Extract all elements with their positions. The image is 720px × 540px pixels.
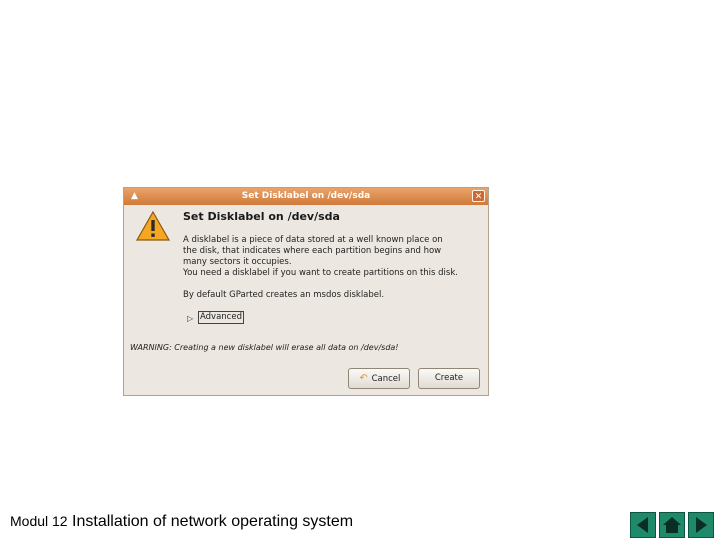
warning-icon xyxy=(135,210,171,241)
default-disklabel-text: By default GParted creates an msdos disk… xyxy=(183,290,385,300)
expander-arrow-icon[interactable]: ▷ xyxy=(187,314,193,323)
description-line: A disklabel is a piece of data stored at… xyxy=(183,235,443,245)
advanced-expander[interactable]: Advanced xyxy=(198,311,244,324)
close-icon: ✕ xyxy=(474,192,483,202)
close-button[interactable]: ✕ xyxy=(472,190,485,202)
arrow-right-icon xyxy=(696,517,707,533)
home-slide-button[interactable] xyxy=(659,512,685,538)
description-line: You need a disklabel if you want to crea… xyxy=(183,268,458,278)
create-label: Create xyxy=(434,373,464,383)
description-line: the disk, that indicates where each part… xyxy=(183,246,442,256)
slide-footer: Modul 12 Installation of network operati… xyxy=(10,513,353,531)
home-icon xyxy=(663,517,681,533)
dialog-titlebar[interactable]: ▲ Set Disklabel on /dev/sda ✕ xyxy=(124,188,488,205)
arrow-left-icon xyxy=(637,517,648,533)
dialog-heading: Set Disklabel on /dev/sda xyxy=(183,210,340,223)
slide-title: Installation of network operating system xyxy=(72,513,354,530)
dialog-title: Set Disklabel on /dev/sda xyxy=(241,191,371,201)
description-line: many sectors it occupies. xyxy=(183,257,292,267)
warning-message: WARNING: Creating a new disklabel will e… xyxy=(130,343,399,352)
dialog-description: A disklabel is a piece of data stored at… xyxy=(183,235,483,279)
window-menu-icon[interactable]: ▲ xyxy=(129,191,140,202)
cancel-button[interactable]: ↶ Cancel xyxy=(348,368,410,389)
cancel-label: Cancel xyxy=(371,374,401,384)
module-label: Modul 12 xyxy=(10,513,68,529)
prev-slide-button[interactable] xyxy=(630,512,656,538)
create-button[interactable]: Create xyxy=(418,368,480,389)
set-disklabel-dialog: ▲ Set Disklabel on /dev/sda ✕ Set Diskla… xyxy=(123,187,489,396)
next-slide-button[interactable] xyxy=(688,512,714,538)
undo-icon: ↶ xyxy=(359,373,368,384)
